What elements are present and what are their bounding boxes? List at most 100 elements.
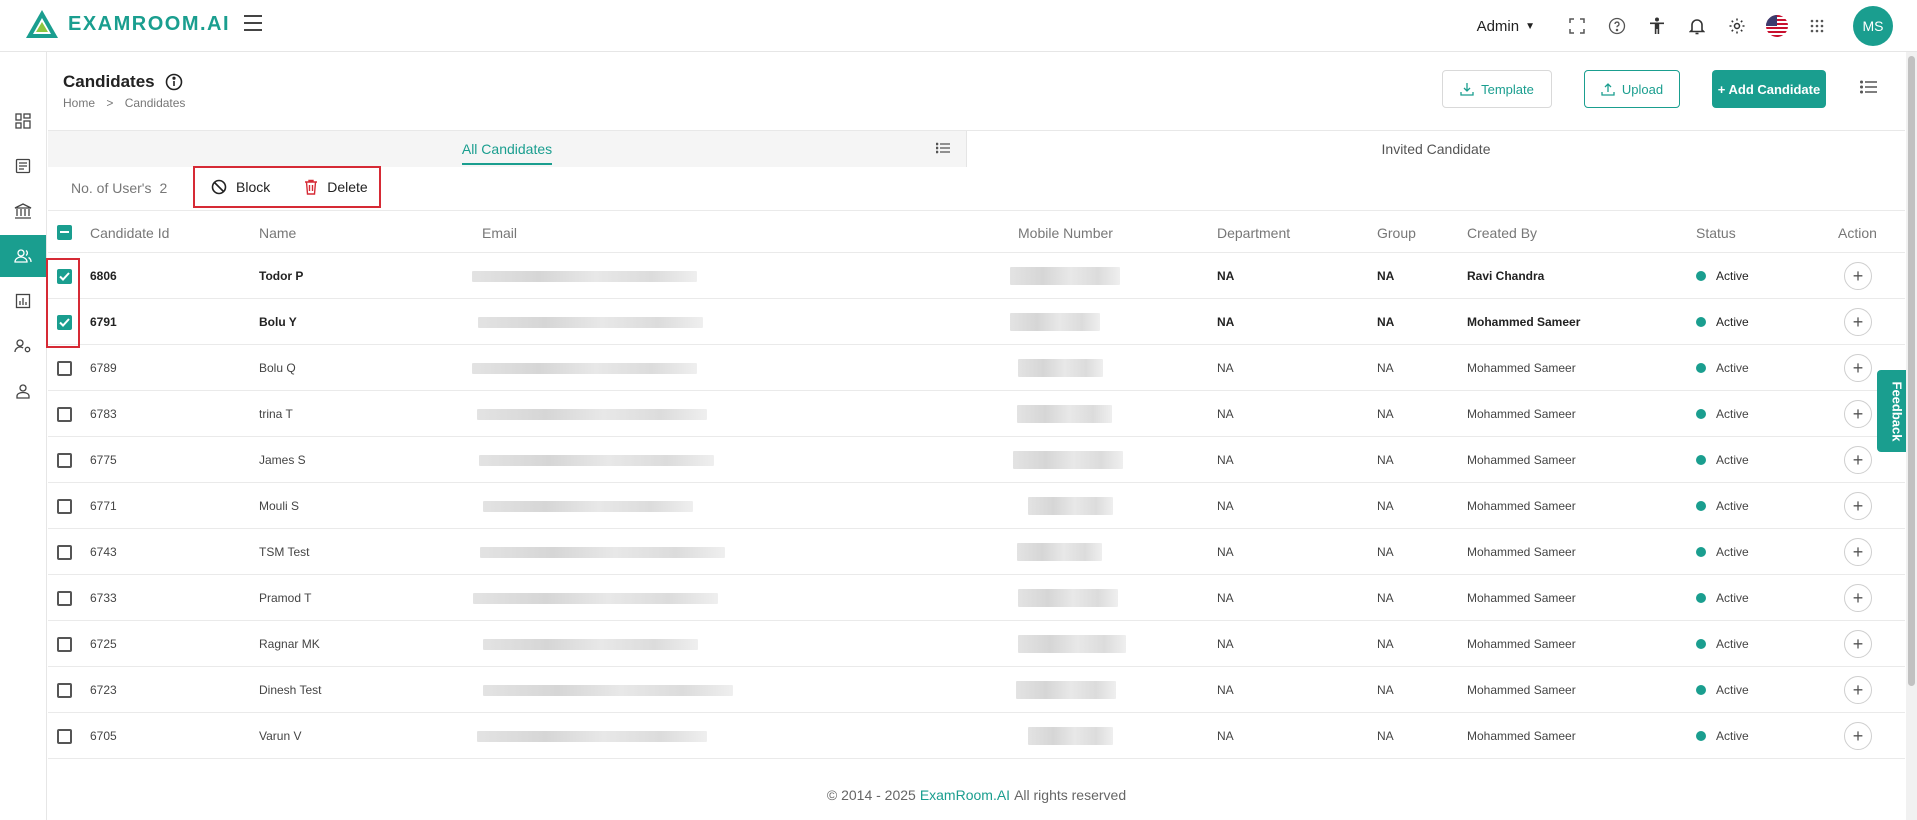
role-dropdown[interactable]: Admin ▼ bbox=[1477, 18, 1535, 35]
us-flag-icon[interactable] bbox=[1757, 6, 1797, 46]
row-checkbox[interactable] bbox=[57, 483, 72, 529]
row-action[interactable]: + bbox=[1844, 391, 1872, 437]
tab-invited-candidate[interactable]: Invited Candidate bbox=[966, 131, 1905, 167]
candidate-name: trina T bbox=[259, 407, 293, 421]
candidate-created-by: Mohammed Sameer bbox=[1467, 729, 1576, 743]
column-header-created-by[interactable]: Created By bbox=[1467, 211, 1537, 254]
sidebar-item-documents[interactable] bbox=[0, 145, 46, 187]
breadcrumb-home[interactable]: Home bbox=[63, 96, 95, 110]
status-dot-icon bbox=[1696, 317, 1706, 327]
scrollbar-thumb[interactable] bbox=[1908, 56, 1915, 686]
plus-icon[interactable]: + bbox=[1844, 446, 1872, 474]
column-header-email[interactable]: Email bbox=[482, 211, 517, 254]
row-action[interactable]: + bbox=[1844, 299, 1872, 345]
row-checkbox[interactable] bbox=[57, 575, 72, 621]
plus-icon[interactable]: + bbox=[1844, 630, 1872, 658]
fullscreen-icon[interactable] bbox=[1557, 6, 1597, 46]
candidate-department: NA bbox=[1217, 269, 1235, 283]
tab-list-icon[interactable] bbox=[936, 142, 950, 154]
row-checkbox[interactable] bbox=[57, 529, 72, 575]
table-row[interactable]: 6705 Varun V NA NA Mohammed Sameer Active + bbox=[48, 713, 1905, 759]
plus-icon[interactable]: + bbox=[1844, 584, 1872, 612]
sidebar-item-user-settings[interactable] bbox=[0, 325, 46, 367]
row-checkbox[interactable] bbox=[57, 667, 72, 713]
breadcrumb-separator-icon: > bbox=[106, 96, 114, 110]
table-row[interactable]: 6783 trina T NA NA Mohammed Sameer Active + bbox=[48, 391, 1905, 437]
row-checkbox[interactable] bbox=[57, 345, 72, 391]
candidate-department: NA bbox=[1217, 729, 1234, 743]
info-icon[interactable] bbox=[165, 73, 183, 91]
status-dot-icon bbox=[1696, 455, 1706, 465]
table-row[interactable]: 6775 James S NA NA Mohammed Sameer Active + bbox=[48, 437, 1905, 483]
row-action[interactable]: + bbox=[1844, 713, 1872, 759]
candidate-group: NA bbox=[1377, 545, 1394, 559]
column-header-action: Action bbox=[1838, 224, 1877, 241]
row-checkbox[interactable] bbox=[57, 391, 72, 437]
sidebar-item-reports[interactable] bbox=[0, 280, 46, 322]
footer-brand-link[interactable]: ExamRoom.AI bbox=[920, 787, 1010, 803]
column-header-mobile-number[interactable]: Mobile Number bbox=[1018, 211, 1113, 254]
row-checkbox[interactable] bbox=[57, 437, 72, 483]
sidebar-item-profile[interactable] bbox=[0, 370, 46, 412]
column-header-name[interactable]: Name bbox=[259, 211, 296, 254]
delete-button[interactable]: Delete bbox=[304, 168, 368, 206]
sidebar-item-institution[interactable] bbox=[0, 190, 46, 232]
candidate-mobile-redacted bbox=[1028, 483, 1113, 529]
plus-icon[interactable]: + bbox=[1844, 722, 1872, 750]
block-button[interactable]: Block bbox=[211, 168, 270, 206]
scrollbar[interactable] bbox=[1906, 52, 1917, 820]
row-checkbox[interactable] bbox=[57, 713, 72, 759]
column-header-status[interactable]: Status bbox=[1696, 211, 1736, 254]
sidebar-item-candidates[interactable] bbox=[0, 235, 46, 277]
plus-icon[interactable]: + bbox=[1844, 262, 1872, 290]
user-count: No. of User's 2 bbox=[71, 180, 167, 196]
candidate-email-redacted bbox=[483, 483, 693, 529]
select-all-checkbox[interactable] bbox=[57, 211, 72, 254]
table-row[interactable]: 6789 Bolu Q NA NA Mohammed Sameer Active + bbox=[48, 345, 1905, 391]
sidebar-item-dashboard[interactable] bbox=[0, 100, 46, 142]
plus-icon[interactable]: + bbox=[1844, 676, 1872, 704]
plus-icon[interactable]: + bbox=[1844, 354, 1872, 382]
row-action[interactable]: + bbox=[1844, 483, 1872, 529]
help-icon[interactable] bbox=[1597, 6, 1637, 46]
menu-toggle-icon[interactable] bbox=[244, 15, 262, 36]
table-row[interactable]: 6771 Mouli S NA NA Mohammed Sameer Active + bbox=[48, 483, 1905, 529]
table-row[interactable]: 6806 Todor P NA NA Ravi Chandra Active + bbox=[48, 253, 1905, 299]
template-button[interactable]: Template bbox=[1442, 70, 1552, 108]
plus-icon[interactable]: + bbox=[1844, 538, 1872, 566]
candidate-id: 6705 bbox=[90, 729, 117, 743]
table-row[interactable]: 6725 Ragnar MK NA NA Mohammed Sameer Active + bbox=[48, 621, 1905, 667]
list-view-icon[interactable] bbox=[1860, 80, 1878, 94]
row-checkbox[interactable] bbox=[57, 621, 72, 667]
column-header-department[interactable]: Department bbox=[1217, 211, 1290, 254]
settings-icon[interactable] bbox=[1717, 6, 1757, 46]
avatar[interactable]: MS bbox=[1853, 6, 1893, 46]
row-action[interactable]: + bbox=[1844, 575, 1872, 621]
bell-icon[interactable] bbox=[1677, 6, 1717, 46]
plus-icon[interactable]: + bbox=[1844, 400, 1872, 428]
table-row[interactable]: 6723 Dinesh Test NA NA Mohammed Sameer Active… bbox=[48, 667, 1905, 713]
add-candidate-button[interactable]: + Add Candidate bbox=[1712, 70, 1826, 108]
apps-grid-icon[interactable] bbox=[1797, 6, 1837, 46]
table-row[interactable]: 6791 Bolu Y NA NA Mohammed Sameer Active + bbox=[48, 299, 1905, 345]
tab-all-candidates[interactable]: All Candidates bbox=[48, 131, 966, 167]
status-label: Active bbox=[1716, 453, 1749, 467]
plus-icon[interactable]: + bbox=[1844, 308, 1872, 336]
plus-icon[interactable]: + bbox=[1844, 492, 1872, 520]
row-action[interactable]: + bbox=[1844, 667, 1872, 713]
row-action[interactable]: + bbox=[1844, 345, 1872, 391]
column-header-candidate-id[interactable]: Candidate Id bbox=[90, 211, 169, 254]
row-action[interactable]: + bbox=[1844, 529, 1872, 575]
status-dot-icon bbox=[1696, 409, 1706, 419]
table-row[interactable]: 6733 Pramod T NA NA Mohammed Sameer Active + bbox=[48, 575, 1905, 621]
table-row[interactable]: 6743 TSM Test NA NA Mohammed Sameer Active + bbox=[48, 529, 1905, 575]
logo[interactable]: EXAMROOM.AI bbox=[24, 8, 230, 40]
status-dot-icon bbox=[1696, 593, 1706, 603]
row-action[interactable]: + bbox=[1844, 621, 1872, 667]
row-action[interactable]: + bbox=[1844, 437, 1872, 483]
accessibility-icon[interactable] bbox=[1637, 6, 1677, 46]
upload-button[interactable]: Upload bbox=[1584, 70, 1680, 108]
row-action[interactable]: + bbox=[1844, 253, 1872, 299]
column-header-group[interactable]: Group bbox=[1377, 211, 1416, 254]
candidate-email-redacted bbox=[472, 253, 697, 299]
